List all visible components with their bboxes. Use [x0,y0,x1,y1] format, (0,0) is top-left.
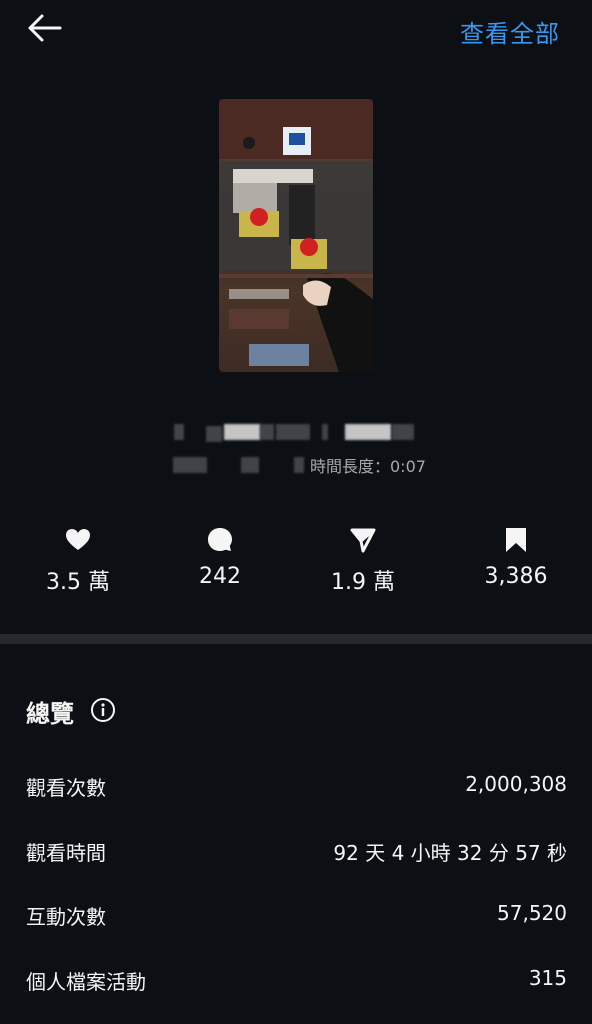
saves-stat: 3,386 [442,520,590,589]
comments-stat: 242 [146,520,294,589]
stats-row: 3.5 萬 242 1.9 萬 3,386 [0,520,592,600]
row-value: 315 [528,966,567,990]
likes-count: 3.5 萬 [46,570,110,595]
reel-thumbnail[interactable] [219,99,373,372]
shares-stat: 1.9 萬 [289,520,437,596]
section-divider [0,634,592,644]
view-all-link[interactable]: 查看全部 [460,14,560,49]
comment-icon [208,528,232,551]
likes-stat: 3.5 萬 [4,520,152,596]
row-label: 觀看次數 [26,776,106,800]
overview-title: 總覽 [26,700,74,728]
row-label: 互動次數 [26,905,106,929]
share-icon [350,528,376,553]
post-meta-row: 時間長度：0:07 [0,452,592,476]
row-value: 2,000,308 [465,772,567,796]
overview-row-watch-time: 觀看時間 92 天 4 小時 32 分 57 秒 [26,837,567,867]
duration-text: 時間長度：0:07 [310,457,426,476]
bookmark-icon [506,528,526,552]
caption-blurred [0,420,592,444]
overview-row-interactions: 互動次數 57,520 [26,901,567,931]
overview-row-views: 觀看次數 2,000,308 [26,772,567,802]
row-label: 觀看時間 [26,841,106,865]
row-value: 92 天 4 小時 32 分 57 秒 [333,841,567,865]
info-icon[interactable] [90,697,116,723]
comments-count: 242 [199,564,241,589]
saves-count: 3,386 [484,564,548,589]
overview-row-profile-activity: 個人檔案活動 315 [26,966,567,996]
heart-icon [66,529,90,550]
row-value: 57,520 [497,901,567,925]
row-label: 個人檔案活動 [26,970,146,994]
back-arrow-icon[interactable] [24,12,64,44]
shares-count: 1.9 萬 [331,570,395,595]
top-bar: 查看全部 [0,0,592,60]
